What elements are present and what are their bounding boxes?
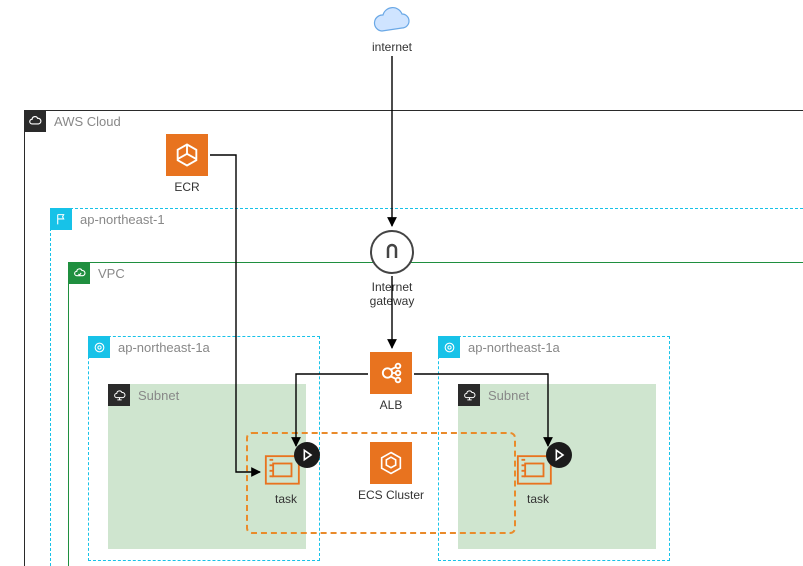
subnet-b-label: Subnet (488, 388, 529, 403)
task-a-label: task (264, 492, 308, 506)
igw-icon (370, 230, 414, 274)
az-a-label: ap-northeast-1a (118, 340, 210, 355)
internet-icon (370, 6, 414, 39)
region-label: ap-northeast-1 (80, 212, 165, 227)
alb-label: ALB (370, 398, 412, 412)
task-a-badge (294, 442, 320, 468)
az-b-label: ap-northeast-1a (468, 340, 560, 355)
task-b-label: task (516, 492, 560, 506)
task-b-badge (546, 442, 572, 468)
internet-label: internet (370, 40, 414, 54)
igw-label-1: Internet (360, 280, 424, 294)
cloud-icon (24, 110, 46, 132)
igw-label-2: gateway (360, 294, 424, 308)
az-b-icon (438, 336, 460, 358)
vpc-label: VPC (98, 266, 125, 281)
ecr-icon (166, 134, 208, 176)
aws-cloud-label: AWS Cloud (54, 114, 121, 129)
ecs-cluster-icon (370, 442, 412, 484)
vpc-icon (68, 262, 90, 284)
alb-icon (370, 352, 412, 394)
region-icon (50, 208, 72, 230)
subnet-a-label: Subnet (138, 388, 179, 403)
subnet-b-icon (458, 384, 480, 406)
az-a-icon (88, 336, 110, 358)
ecs-cluster-label: ECS Cluster (354, 488, 428, 502)
subnet-a-icon (108, 384, 130, 406)
ecr-label: ECR (166, 180, 208, 194)
